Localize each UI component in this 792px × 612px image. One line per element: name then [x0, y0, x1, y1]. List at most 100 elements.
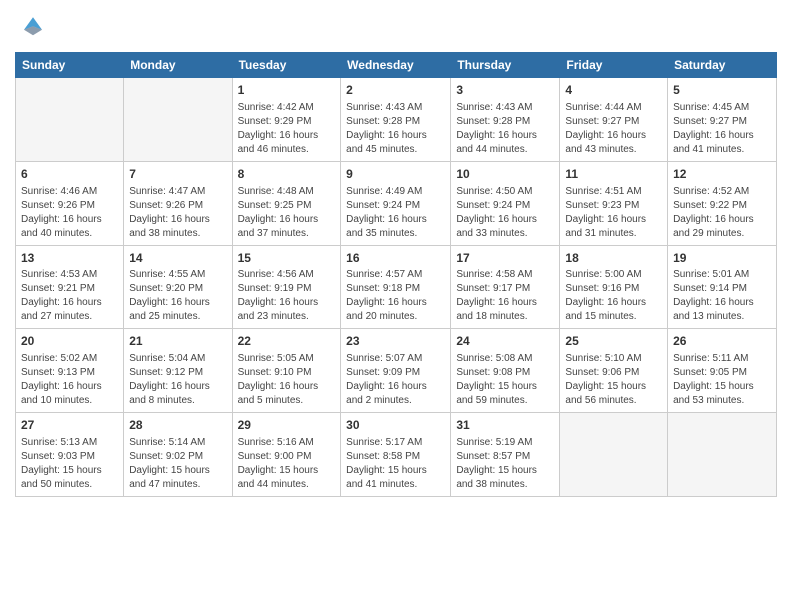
- calendar-cell-4-6: 25 Sunrise: 5:10 AMSunset: 9:06 PMDaylig…: [560, 329, 668, 413]
- day-number: 9: [346, 166, 445, 183]
- calendar-cell-2-1: 6 Sunrise: 4:46 AMSunset: 9:26 PMDayligh…: [16, 161, 124, 245]
- day-number: 12: [673, 166, 771, 183]
- calendar-week-1: 1 Sunrise: 4:42 AMSunset: 9:29 PMDayligh…: [16, 78, 777, 162]
- day-info: Sunrise: 4:46 AMSunset: 9:26 PMDaylight:…: [21, 186, 102, 239]
- calendar-page: SundayMondayTuesdayWednesdayThursdayFrid…: [0, 0, 792, 612]
- day-number: 18: [565, 250, 662, 267]
- weekday-header-saturday: Saturday: [668, 53, 777, 78]
- day-info: Sunrise: 4:42 AMSunset: 9:29 PMDaylight:…: [238, 102, 319, 155]
- day-number: 13: [21, 250, 118, 267]
- calendar-cell-3-2: 14 Sunrise: 4:55 AMSunset: 9:20 PMDaylig…: [124, 245, 232, 329]
- calendar-week-3: 13 Sunrise: 4:53 AMSunset: 9:21 PMDaylig…: [16, 245, 777, 329]
- calendar-cell-3-3: 15 Sunrise: 4:56 AMSunset: 9:19 PMDaylig…: [232, 245, 341, 329]
- calendar-cell-5-7: [668, 413, 777, 497]
- day-number: 4: [565, 82, 662, 99]
- calendar-week-4: 20 Sunrise: 5:02 AMSunset: 9:13 PMDaylig…: [16, 329, 777, 413]
- day-info: Sunrise: 4:45 AMSunset: 9:27 PMDaylight:…: [673, 102, 754, 155]
- weekday-header-sunday: Sunday: [16, 53, 124, 78]
- day-number: 14: [129, 250, 226, 267]
- day-info: Sunrise: 5:16 AMSunset: 9:00 PMDaylight:…: [238, 437, 319, 490]
- day-number: 2: [346, 82, 445, 99]
- calendar-table: SundayMondayTuesdayWednesdayThursdayFrid…: [15, 52, 777, 497]
- day-number: 11: [565, 166, 662, 183]
- day-number: 22: [238, 333, 336, 350]
- day-info: Sunrise: 4:56 AMSunset: 9:19 PMDaylight:…: [238, 269, 319, 322]
- calendar-cell-3-4: 16 Sunrise: 4:57 AMSunset: 9:18 PMDaylig…: [341, 245, 451, 329]
- day-info: Sunrise: 4:49 AMSunset: 9:24 PMDaylight:…: [346, 186, 427, 239]
- calendar-week-2: 6 Sunrise: 4:46 AMSunset: 9:26 PMDayligh…: [16, 161, 777, 245]
- day-info: Sunrise: 4:51 AMSunset: 9:23 PMDaylight:…: [565, 186, 646, 239]
- day-number: 16: [346, 250, 445, 267]
- weekday-header-wednesday: Wednesday: [341, 53, 451, 78]
- day-number: 7: [129, 166, 226, 183]
- day-info: Sunrise: 4:55 AMSunset: 9:20 PMDaylight:…: [129, 269, 210, 322]
- day-number: 28: [129, 417, 226, 434]
- day-number: 23: [346, 333, 445, 350]
- calendar-cell-1-7: 5 Sunrise: 4:45 AMSunset: 9:27 PMDayligh…: [668, 78, 777, 162]
- day-number: 5: [673, 82, 771, 99]
- day-info: Sunrise: 5:05 AMSunset: 9:10 PMDaylight:…: [238, 353, 319, 406]
- day-info: Sunrise: 5:04 AMSunset: 9:12 PMDaylight:…: [129, 353, 210, 406]
- day-info: Sunrise: 4:58 AMSunset: 9:17 PMDaylight:…: [456, 269, 537, 322]
- day-info: Sunrise: 5:14 AMSunset: 9:02 PMDaylight:…: [129, 437, 210, 490]
- day-number: 31: [456, 417, 554, 434]
- day-number: 17: [456, 250, 554, 267]
- day-info: Sunrise: 5:17 AMSunset: 8:58 PMDaylight:…: [346, 437, 427, 490]
- weekday-header-row: SundayMondayTuesdayWednesdayThursdayFrid…: [16, 53, 777, 78]
- calendar-cell-1-3: 1 Sunrise: 4:42 AMSunset: 9:29 PMDayligh…: [232, 78, 341, 162]
- calendar-cell-4-4: 23 Sunrise: 5:07 AMSunset: 9:09 PMDaylig…: [341, 329, 451, 413]
- day-info: Sunrise: 5:01 AMSunset: 9:14 PMDaylight:…: [673, 269, 754, 322]
- day-info: Sunrise: 4:57 AMSunset: 9:18 PMDaylight:…: [346, 269, 427, 322]
- day-info: Sunrise: 5:19 AMSunset: 8:57 PMDaylight:…: [456, 437, 537, 490]
- weekday-header-tuesday: Tuesday: [232, 53, 341, 78]
- calendar-cell-1-4: 2 Sunrise: 4:43 AMSunset: 9:28 PMDayligh…: [341, 78, 451, 162]
- calendar-cell-2-2: 7 Sunrise: 4:47 AMSunset: 9:26 PMDayligh…: [124, 161, 232, 245]
- logo-icon: [15, 10, 51, 46]
- calendar-week-5: 27 Sunrise: 5:13 AMSunset: 9:03 PMDaylig…: [16, 413, 777, 497]
- logo: [15, 10, 53, 46]
- calendar-cell-5-5: 31 Sunrise: 5:19 AMSunset: 8:57 PMDaylig…: [451, 413, 560, 497]
- day-info: Sunrise: 4:48 AMSunset: 9:25 PMDaylight:…: [238, 186, 319, 239]
- day-number: 15: [238, 250, 336, 267]
- calendar-cell-1-6: 4 Sunrise: 4:44 AMSunset: 9:27 PMDayligh…: [560, 78, 668, 162]
- day-info: Sunrise: 4:44 AMSunset: 9:27 PMDaylight:…: [565, 102, 646, 155]
- calendar-cell-5-6: [560, 413, 668, 497]
- day-number: 1: [238, 82, 336, 99]
- day-number: 29: [238, 417, 336, 434]
- day-info: Sunrise: 5:00 AMSunset: 9:16 PMDaylight:…: [565, 269, 646, 322]
- calendar-cell-3-7: 19 Sunrise: 5:01 AMSunset: 9:14 PMDaylig…: [668, 245, 777, 329]
- day-number: 6: [21, 166, 118, 183]
- day-info: Sunrise: 5:02 AMSunset: 9:13 PMDaylight:…: [21, 353, 102, 406]
- day-info: Sunrise: 5:07 AMSunset: 9:09 PMDaylight:…: [346, 353, 427, 406]
- calendar-cell-3-1: 13 Sunrise: 4:53 AMSunset: 9:21 PMDaylig…: [16, 245, 124, 329]
- day-info: Sunrise: 4:47 AMSunset: 9:26 PMDaylight:…: [129, 186, 210, 239]
- weekday-header-monday: Monday: [124, 53, 232, 78]
- day-number: 20: [21, 333, 118, 350]
- weekday-header-friday: Friday: [560, 53, 668, 78]
- day-info: Sunrise: 4:53 AMSunset: 9:21 PMDaylight:…: [21, 269, 102, 322]
- calendar-cell-2-4: 9 Sunrise: 4:49 AMSunset: 9:24 PMDayligh…: [341, 161, 451, 245]
- day-number: 30: [346, 417, 445, 434]
- day-number: 24: [456, 333, 554, 350]
- calendar-cell-4-5: 24 Sunrise: 5:08 AMSunset: 9:08 PMDaylig…: [451, 329, 560, 413]
- header: [15, 10, 777, 46]
- day-number: 3: [456, 82, 554, 99]
- calendar-cell-1-2: [124, 78, 232, 162]
- calendar-cell-3-5: 17 Sunrise: 4:58 AMSunset: 9:17 PMDaylig…: [451, 245, 560, 329]
- day-info: Sunrise: 5:13 AMSunset: 9:03 PMDaylight:…: [21, 437, 102, 490]
- calendar-cell-4-2: 21 Sunrise: 5:04 AMSunset: 9:12 PMDaylig…: [124, 329, 232, 413]
- calendar-cell-2-5: 10 Sunrise: 4:50 AMSunset: 9:24 PMDaylig…: [451, 161, 560, 245]
- day-info: Sunrise: 4:43 AMSunset: 9:28 PMDaylight:…: [346, 102, 427, 155]
- calendar-cell-5-1: 27 Sunrise: 5:13 AMSunset: 9:03 PMDaylig…: [16, 413, 124, 497]
- day-number: 27: [21, 417, 118, 434]
- day-info: Sunrise: 4:52 AMSunset: 9:22 PMDaylight:…: [673, 186, 754, 239]
- day-number: 26: [673, 333, 771, 350]
- calendar-cell-2-7: 12 Sunrise: 4:52 AMSunset: 9:22 PMDaylig…: [668, 161, 777, 245]
- weekday-header-thursday: Thursday: [451, 53, 560, 78]
- day-number: 8: [238, 166, 336, 183]
- day-number: 25: [565, 333, 662, 350]
- calendar-cell-4-1: 20 Sunrise: 5:02 AMSunset: 9:13 PMDaylig…: [16, 329, 124, 413]
- day-info: Sunrise: 4:50 AMSunset: 9:24 PMDaylight:…: [456, 186, 537, 239]
- day-info: Sunrise: 5:10 AMSunset: 9:06 PMDaylight:…: [565, 353, 646, 406]
- calendar-cell-1-5: 3 Sunrise: 4:43 AMSunset: 9:28 PMDayligh…: [451, 78, 560, 162]
